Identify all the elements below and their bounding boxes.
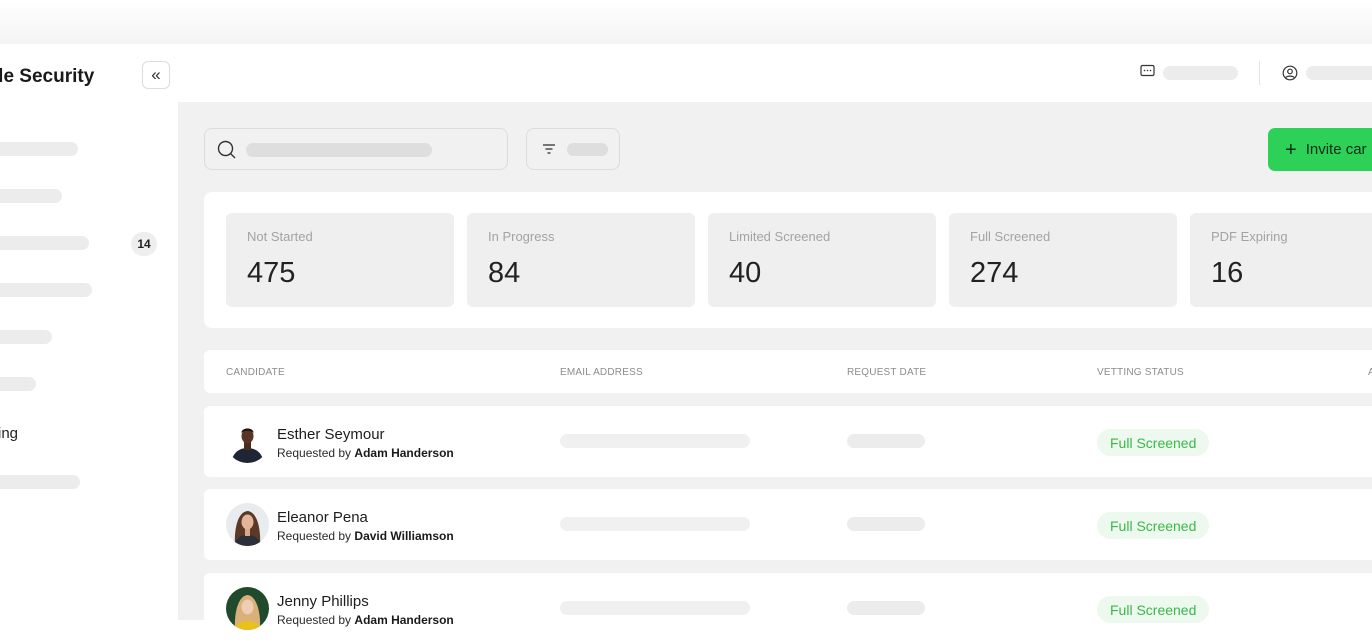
email-placeholder: [560, 517, 750, 531]
stat-card-in-progress[interactable]: In Progress 84: [467, 213, 695, 307]
date-placeholder: [847, 601, 925, 615]
sidebar-item-placeholder[interactable]: [0, 236, 89, 250]
sidebar: agle Security « 14 ing: [0, 44, 178, 620]
status-badge: Full Screened: [1097, 596, 1210, 623]
invite-candidate-button[interactable]: + Invite car: [1268, 128, 1372, 171]
sidebar-count-badge: 14: [131, 232, 157, 256]
collapse-sidebar-button[interactable]: «: [142, 61, 170, 89]
requested-by: Requested by David Williamson: [277, 529, 454, 543]
user-circle-icon[interactable]: [1282, 65, 1298, 81]
sidebar-item-label[interactable]: ing: [0, 425, 18, 442]
sidebar-item-placeholder[interactable]: [0, 283, 92, 297]
column-header-vetting-status[interactable]: VETTING STATUS: [1097, 367, 1184, 378]
filter-button[interactable]: [526, 128, 620, 170]
sidebar-item-placeholder[interactable]: [0, 377, 36, 391]
sidebar-item-placeholder[interactable]: [0, 142, 78, 156]
stat-value: 40: [729, 257, 762, 289]
chat-icon[interactable]: [1140, 64, 1155, 79]
top-fade: [0, 0, 1372, 44]
candidate-name[interactable]: Eleanor Pena: [277, 509, 368, 526]
requester-name: Adam Handerson: [354, 446, 454, 460]
top-header: [178, 44, 1372, 102]
stat-value: 475: [247, 257, 296, 289]
status-badge: Full Screened: [1097, 512, 1210, 539]
stat-label: PDF Expiring: [1211, 229, 1288, 244]
notifications-placeholder[interactable]: [1163, 66, 1238, 80]
main-content: + Invite car Not Started 475 In Progress…: [178, 102, 1372, 644]
stat-label: Full Screened: [970, 229, 1051, 244]
requested-prefix: Requested by: [277, 446, 352, 460]
search-icon: [217, 140, 236, 159]
date-placeholder: [847, 434, 925, 448]
sidebar-item-placeholder[interactable]: [0, 330, 52, 344]
table-row[interactable]: Jenny Phillips Requested by Adam Handers…: [204, 573, 1372, 644]
filter-icon: [543, 144, 555, 154]
filter-placeholder: [567, 143, 608, 156]
requested-by: Requested by Adam Handerson: [277, 446, 454, 460]
stat-card-pdf-expiring[interactable]: PDF Expiring 16: [1190, 213, 1372, 307]
column-header-candidate[interactable]: CANDIDATE: [226, 367, 285, 378]
stat-card-full-screened[interactable]: Full Screened 274: [949, 213, 1177, 307]
column-header-partial[interactable]: A: [1368, 367, 1372, 378]
avatar: [226, 503, 269, 546]
stat-card-not-started[interactable]: Not Started 475: [226, 213, 454, 307]
stat-value: 84: [488, 257, 521, 289]
table-header: CANDIDATE EMAIL ADDRESS REQUEST DATE VET…: [204, 350, 1372, 393]
stat-label: Limited Screened: [729, 229, 831, 244]
date-placeholder: [847, 517, 925, 531]
brand-name: agle Security: [0, 66, 95, 87]
sidebar-item-placeholder[interactable]: [0, 189, 62, 203]
table-row[interactable]: Esther Seymour Requested by Adam Handers…: [204, 406, 1372, 477]
stat-value: 274: [970, 257, 1019, 289]
email-placeholder: [560, 601, 750, 615]
requested-by: Requested by Adam Handerson: [277, 613, 454, 627]
avatar: [226, 420, 269, 463]
invite-button-label: Invite car: [1305, 141, 1367, 158]
stat-label: In Progress: [488, 229, 555, 244]
search-placeholder: [246, 143, 432, 157]
table-row[interactable]: Eleanor Pena Requested by David Williams…: [204, 489, 1372, 560]
requested-prefix: Requested by: [277, 613, 352, 627]
email-placeholder: [560, 434, 750, 448]
user-name-placeholder[interactable]: [1306, 66, 1372, 80]
status-badge: Full Screened: [1097, 429, 1210, 456]
stat-card-limited-screened[interactable]: Limited Screened 40: [708, 213, 936, 307]
header-divider: [1259, 61, 1260, 85]
stat-value: 16: [1211, 257, 1244, 289]
column-header-email[interactable]: EMAIL ADDRESS: [560, 367, 643, 378]
requested-prefix: Requested by: [277, 529, 352, 543]
double-chevron-left-icon: «: [151, 65, 161, 84]
requester-name: Adam Handerson: [354, 613, 454, 627]
stats-panel: Not Started 475 In Progress 84 Limited S…: [204, 192, 1372, 328]
candidate-name[interactable]: Jenny Phillips: [277, 593, 369, 610]
requester-name: David Williamson: [354, 529, 454, 543]
sidebar-item-placeholder[interactable]: [0, 475, 80, 489]
avatar: [226, 587, 269, 630]
stat-label: Not Started: [247, 229, 313, 244]
column-header-request-date[interactable]: REQUEST DATE: [847, 367, 926, 378]
search-input[interactable]: [204, 128, 508, 170]
candidate-name[interactable]: Esther Seymour: [277, 426, 385, 443]
plus-icon: +: [1285, 138, 1297, 161]
